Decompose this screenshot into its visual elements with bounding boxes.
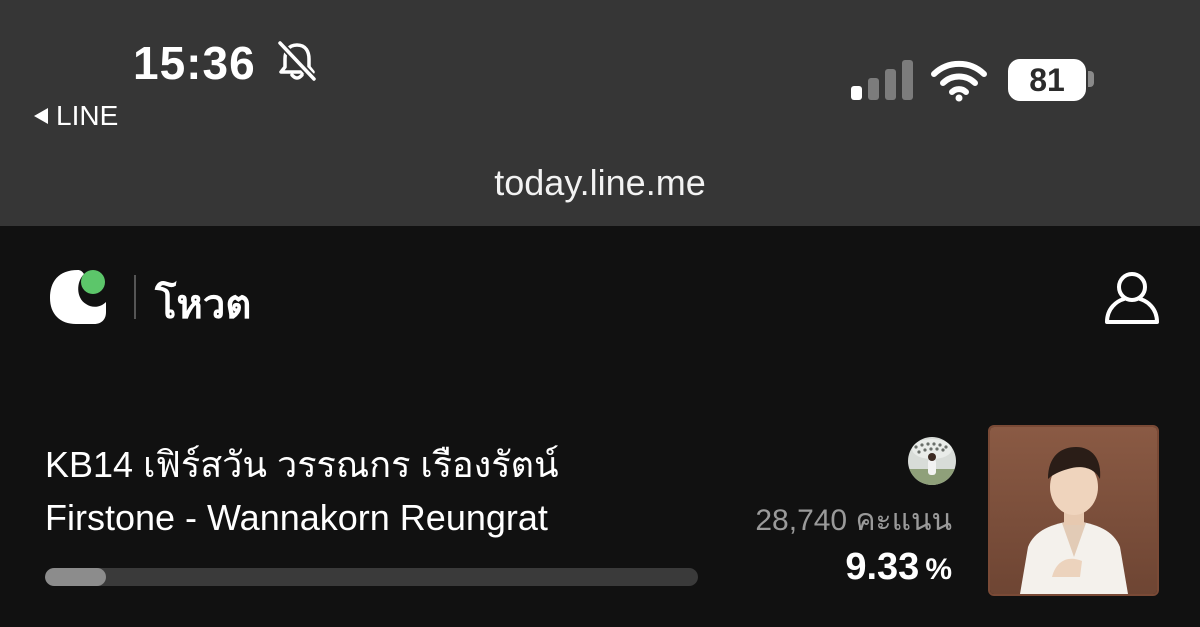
line-today-logo-icon[interactable] <box>48 268 108 326</box>
candidate-name-english: Firstone - Wannakorn Reungrat <box>45 497 548 538</box>
wifi-icon <box>931 60 987 102</box>
vote-count: 28,740 คะแนน <box>755 504 952 537</box>
battery-nub <box>1088 71 1094 87</box>
vote-progress-fill <box>45 568 106 586</box>
vote-percentage: 9.33 % <box>845 546 952 589</box>
bell-slash-icon <box>277 40 317 82</box>
profile-icon[interactable] <box>1102 268 1162 326</box>
back-arrow-icon <box>34 108 48 124</box>
vote-progress-bar <box>45 568 698 586</box>
percentage-sign: % <box>925 553 952 586</box>
status-time: 15:36 <box>133 37 256 89</box>
back-to-line-link[interactable]: LINE <box>34 98 118 134</box>
browser-top-bar: 15:36 LINE 81 today.line.me <box>0 0 1200 226</box>
header-divider <box>134 275 136 319</box>
candidate-photo <box>988 425 1159 596</box>
page-title: โหวต <box>155 283 252 327</box>
url-bar[interactable]: today.line.me <box>0 162 1200 204</box>
back-app-label: LINE <box>56 100 119 131</box>
voter-avatar <box>908 437 956 485</box>
battery-icon: 81 <box>1008 59 1086 101</box>
candidate-name-thai: KB14 เฟิร์สวัน วรรณกร เรืองรัตน์ <box>45 444 559 485</box>
cellular-signal-icon <box>851 60 913 100</box>
battery-level: 81 <box>1029 61 1065 98</box>
percentage-value: 9.33 <box>845 546 920 588</box>
